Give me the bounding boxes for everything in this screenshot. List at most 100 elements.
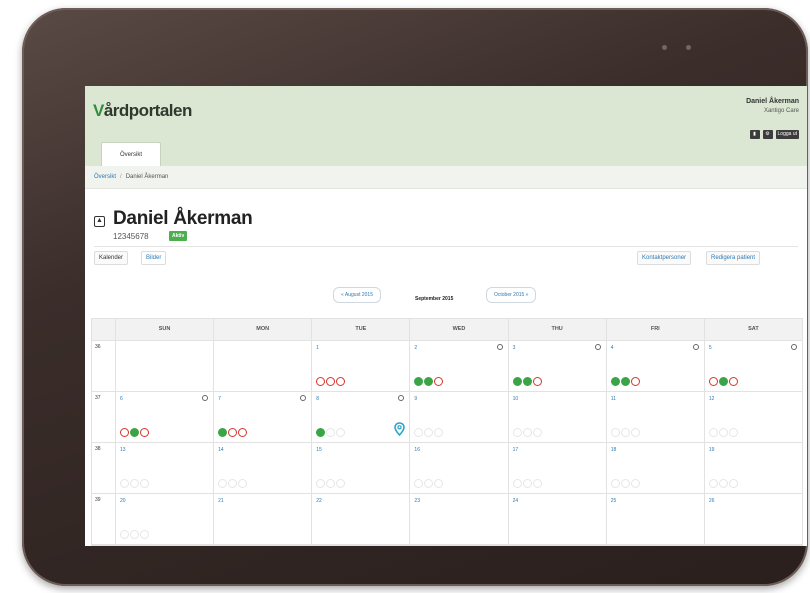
day-header: SUN xyxy=(115,319,213,340)
day-number[interactable]: 22 xyxy=(316,498,322,504)
day-number[interactable]: 13 xyxy=(120,447,126,453)
clock-icon[interactable] xyxy=(202,395,209,401)
missed-circle-icon xyxy=(120,428,129,437)
day-header: THU xyxy=(507,319,606,340)
day-number[interactable]: 19 xyxy=(709,447,715,453)
location-pin-icon[interactable] xyxy=(394,422,406,436)
calendar-header: SUN MON TUE WED THU FRI SAT xyxy=(92,319,802,341)
clock-icon[interactable] xyxy=(496,344,503,350)
tab-overview[interactable]: Översikt xyxy=(101,142,161,167)
day-cell[interactable]: 5 xyxy=(703,341,802,391)
logout-button[interactable]: Logga ut xyxy=(775,130,799,139)
day-number[interactable]: 25 xyxy=(611,498,617,504)
pending-circle-icon xyxy=(130,530,139,539)
tab-files[interactable]: Bilder xyxy=(141,251,167,265)
pending-circle-icon xyxy=(718,428,728,437)
day-number[interactable]: 15 xyxy=(316,447,322,453)
day-cell[interactable]: 26 xyxy=(703,494,802,544)
day-cell[interactable]: 1 xyxy=(311,341,409,391)
missed-circle-icon xyxy=(708,377,718,386)
day-cell[interactable]: 10 xyxy=(507,392,606,442)
day-number[interactable]: 23 xyxy=(414,498,420,504)
day-number[interactable]: 11 xyxy=(611,396,616,402)
breadcrumb-link[interactable]: Översikt xyxy=(94,174,116,180)
clock-icon[interactable] xyxy=(594,344,601,350)
day-cell[interactable]: 9 xyxy=(409,392,507,442)
day-number[interactable]: 24 xyxy=(513,498,519,504)
document-icon[interactable]: ▮ xyxy=(749,130,760,139)
day-cell[interactable]: 15 xyxy=(311,443,409,493)
day-number[interactable]: 20 xyxy=(120,498,126,504)
day-cell[interactable]: 14 xyxy=(213,443,311,493)
clock-icon[interactable] xyxy=(790,344,797,350)
day-cell[interactable]: 19 xyxy=(703,443,802,493)
day-cell[interactable]: 16 xyxy=(409,443,507,493)
day-cell[interactable]: 23 xyxy=(409,494,507,544)
clock-icon[interactable] xyxy=(300,395,307,401)
status-circles xyxy=(708,428,738,437)
day-number[interactable]: 4 xyxy=(611,345,614,351)
day-number[interactable]: 18 xyxy=(611,447,617,453)
day-cell[interactable]: 13 xyxy=(115,443,213,493)
day-cell[interactable]: 8 xyxy=(311,392,409,442)
day-cell[interactable]: 11 xyxy=(605,392,704,442)
week-row: 37 6 7 8 9 10 11 12 xyxy=(92,392,802,443)
day-header: MON xyxy=(213,319,311,340)
pending-circle-icon xyxy=(316,479,326,488)
pending-circle-icon xyxy=(336,428,346,437)
edit-patient-button[interactable]: Redigera patient xyxy=(706,251,761,265)
day-cell[interactable]: 22 xyxy=(311,494,409,544)
day-number[interactable]: 7 xyxy=(218,396,221,402)
day-cell[interactable]: 2 xyxy=(409,341,507,391)
day-cell[interactable]: 17 xyxy=(507,443,606,493)
day-cell[interactable]: 24 xyxy=(507,494,606,544)
clock-icon[interactable] xyxy=(692,344,699,350)
day-number[interactable]: 26 xyxy=(709,498,715,504)
prev-month-button[interactable]: « August 2015 xyxy=(333,287,381,303)
week-header xyxy=(92,319,115,340)
day-number[interactable]: 1 xyxy=(316,345,319,351)
day-cell[interactable]: 20 xyxy=(115,494,213,544)
next-month-button[interactable]: October 2015 » xyxy=(486,287,537,303)
day-number[interactable]: 8 xyxy=(316,396,319,402)
missed-circle-icon xyxy=(326,377,336,386)
day-cell[interactable]: 3 xyxy=(507,341,606,391)
gear-icon[interactable]: ⚙ xyxy=(762,130,773,139)
week-row: 36 1 2 3 4 5 xyxy=(92,341,802,392)
pending-circle-icon xyxy=(218,479,228,488)
done-circle-icon xyxy=(718,377,728,386)
contacts-button[interactable]: Kontaktpersoner xyxy=(637,251,692,265)
day-number[interactable]: 3 xyxy=(513,345,516,351)
day-number[interactable]: 2 xyxy=(414,345,417,351)
clock-icon[interactable] xyxy=(398,395,405,401)
missed-circle-icon xyxy=(238,428,248,437)
logo-text: årdportalen xyxy=(103,101,193,120)
patient-name: Daniel Åkerman xyxy=(113,208,253,229)
day-number[interactable]: 14 xyxy=(218,447,224,453)
day-cell[interactable]: 25 xyxy=(605,494,704,544)
day-cell[interactable]: 4 xyxy=(605,341,704,391)
day-number[interactable]: 5 xyxy=(709,345,712,351)
pending-circle-icon xyxy=(120,479,129,488)
day-cell[interactable]: 21 xyxy=(213,494,311,544)
day-number[interactable]: 16 xyxy=(414,447,420,453)
day-cell[interactable]: 18 xyxy=(605,443,704,493)
day-number[interactable]: 17 xyxy=(513,447,519,453)
status-circles xyxy=(708,479,738,488)
tablet-frame: Vårdportalen Daniel Åkerman Xantigo Care… xyxy=(22,8,808,586)
day-cell[interactable]: 6 xyxy=(115,392,213,442)
pending-circle-icon xyxy=(522,428,532,437)
day-cell[interactable]: 7 xyxy=(213,392,311,442)
day-number[interactable]: 12 xyxy=(709,396,715,402)
app-logo[interactable]: Vårdportalen xyxy=(93,101,192,121)
day-cell[interactable]: 12 xyxy=(703,392,802,442)
day-header: SAT xyxy=(703,319,802,340)
tab-calendar[interactable]: Kalender xyxy=(94,251,129,265)
day-number[interactable]: 10 xyxy=(513,396,519,402)
week-row: 39 20 21 22 23 24 25 26 xyxy=(92,494,802,545)
camera-dot xyxy=(662,45,667,50)
day-number[interactable]: 9 xyxy=(414,396,417,402)
day-number[interactable]: 6 xyxy=(120,396,123,402)
day-number[interactable]: 21 xyxy=(218,498,224,504)
pending-circle-icon xyxy=(630,428,640,437)
